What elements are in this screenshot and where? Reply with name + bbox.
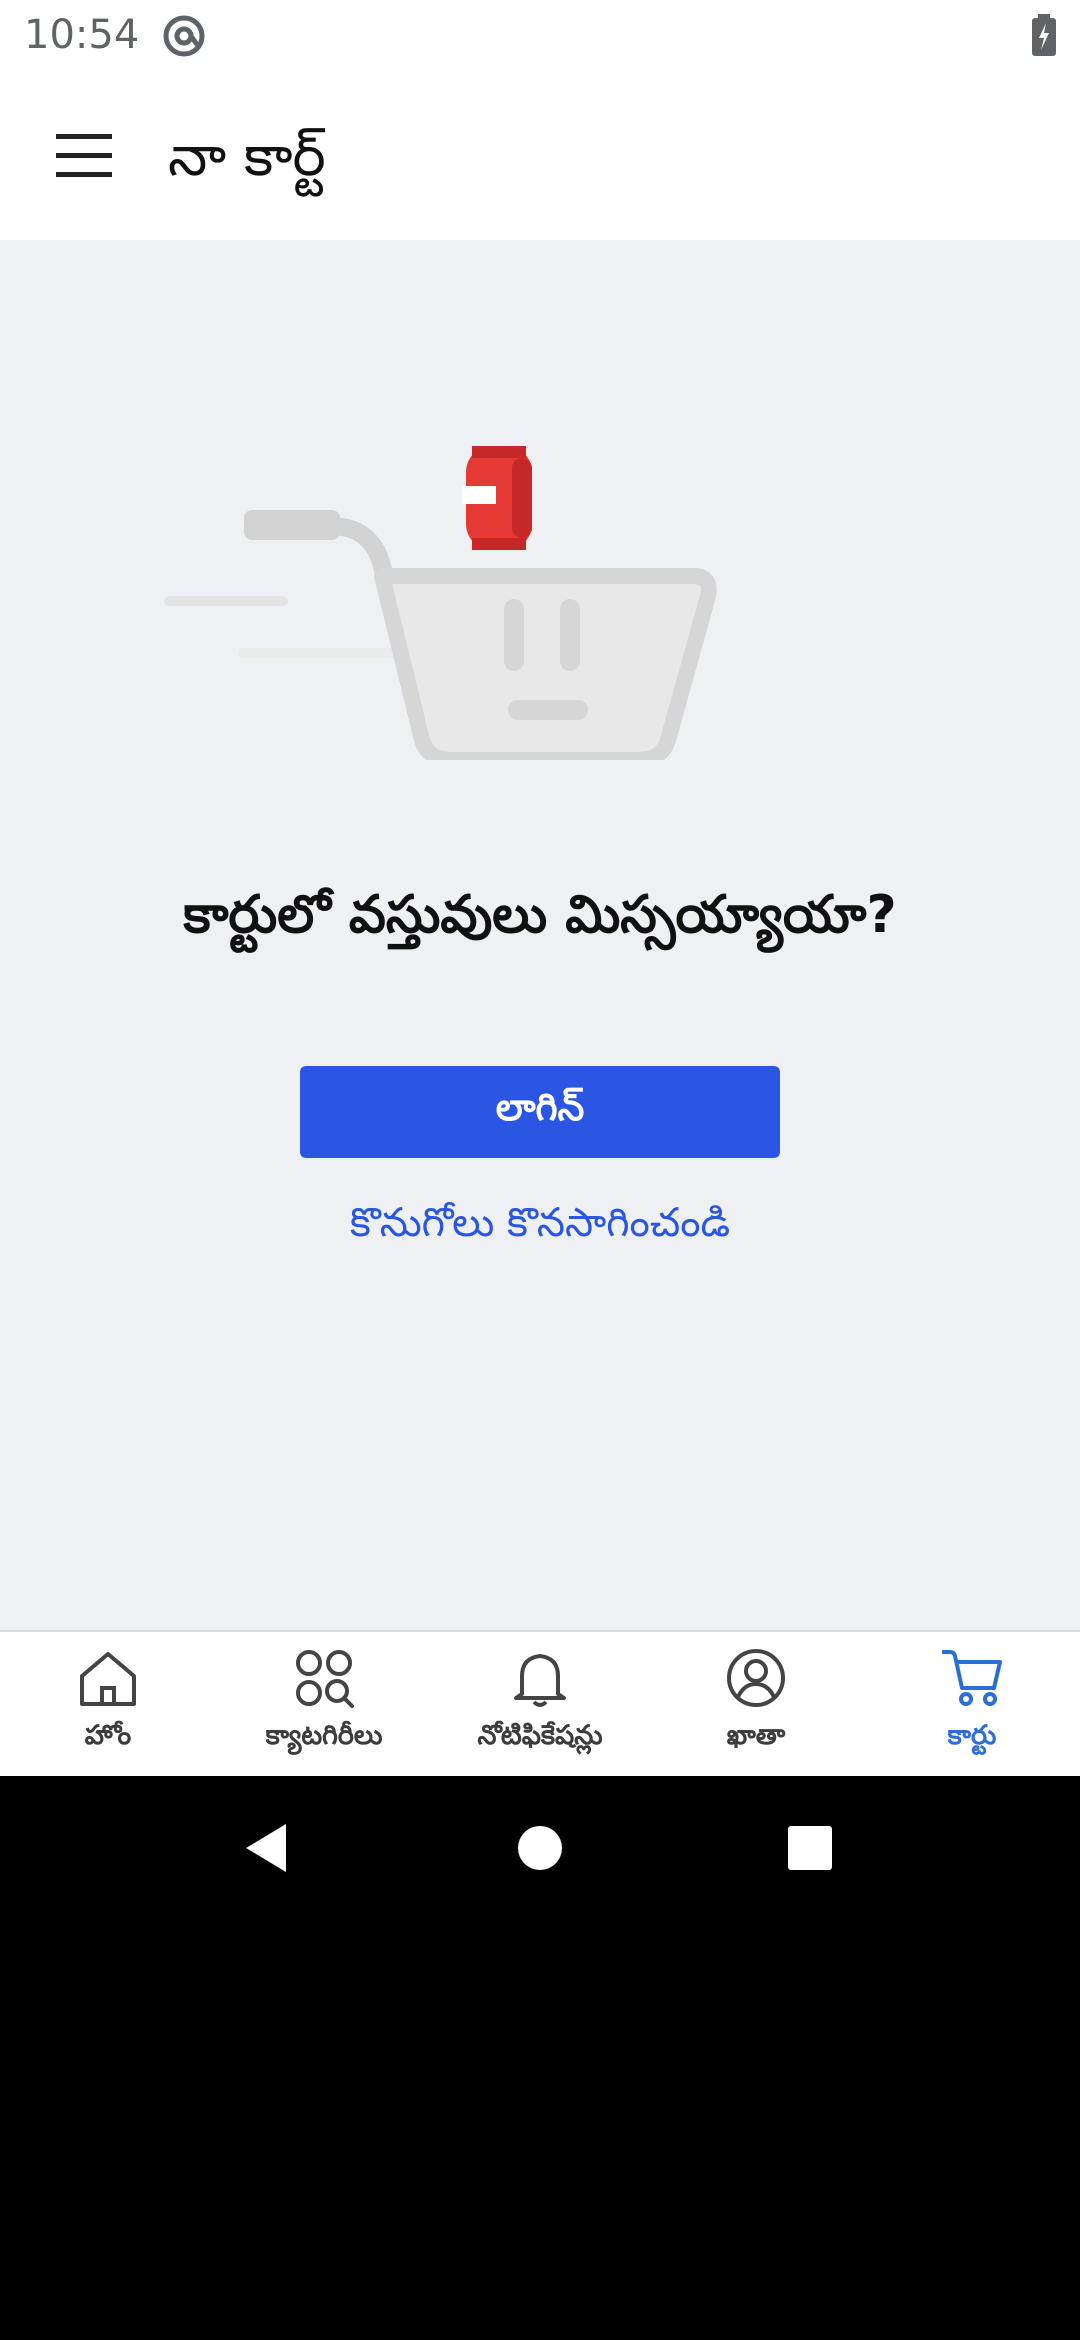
nav-label-cart: కార్టు xyxy=(947,1720,997,1751)
login-button[interactable]: లాగిన్ xyxy=(300,1066,780,1158)
system-navigation-bar xyxy=(0,1776,1080,1920)
nav-item-categories[interactable]: క్యాటగిరీలు xyxy=(216,1632,432,1778)
home-button-icon[interactable] xyxy=(510,1818,570,1878)
empty-cart-heading: కార్టులో వస్తువులు మిస్సయ్యాయా? xyxy=(183,885,897,945)
nav-label-categories: క్యాటగిరీలు xyxy=(265,1720,383,1751)
continue-shopping-link[interactable]: కొనుగోలు కొనసాగించండి xyxy=(0,1200,1080,1256)
nav-item-home[interactable]: హోం xyxy=(0,1632,216,1778)
home-icon xyxy=(80,1652,136,1706)
nav-item-cart[interactable]: కార్టు xyxy=(864,1632,1080,1778)
nav-label-home: హోం xyxy=(84,1720,132,1751)
nav-label-account: ఖాతా xyxy=(726,1720,786,1751)
back-icon[interactable] xyxy=(238,1818,298,1878)
nav-label-notifications: నోటిఫికేషన్లు xyxy=(477,1720,603,1751)
nav-item-account[interactable]: ఖాతా xyxy=(648,1632,864,1778)
app-bar: నా కార్ట్ xyxy=(0,72,1080,240)
empty-shopping-cart-illustration xyxy=(164,446,717,760)
bell-icon xyxy=(514,1654,566,1707)
categories-icon xyxy=(296,1650,354,1708)
page-title: నా కార్ట్ xyxy=(168,124,326,189)
empty-cart-content: కార్టులో వస్తువులు మిస్సయ్యాయా? లాగిన్ క… xyxy=(0,240,1080,1630)
recents-icon[interactable] xyxy=(780,1818,840,1878)
account-icon xyxy=(727,1649,785,1707)
status-bar: 10:54 xyxy=(0,0,1080,72)
nav-item-notifications[interactable]: నోటిఫికేషన్లు xyxy=(432,1632,648,1778)
cart-icon xyxy=(942,1650,1002,1706)
at-sign-icon xyxy=(163,15,205,57)
status-time: 10:54 xyxy=(24,12,140,58)
battery-charging-icon xyxy=(1032,14,1056,56)
hamburger-menu-icon[interactable] xyxy=(40,116,128,196)
bottom-navigation: హోం క్యాటగిరీలు నోటిఫికేషన్లు ఖాతా కార్ట… xyxy=(0,1630,1080,1776)
